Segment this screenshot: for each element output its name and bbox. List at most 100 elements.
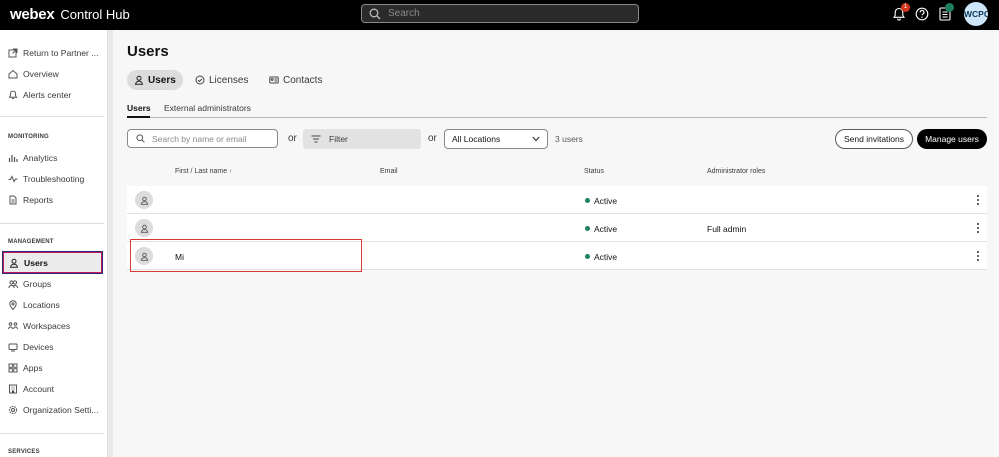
brand-product-name: Control Hub <box>60 7 130 22</box>
sidebar-item-return-to-partner[interactable]: Return to Partner ... <box>3 42 102 63</box>
sidebar-item-label: Analytics <box>23 152 58 163</box>
avatar <box>135 191 153 209</box>
search-icon <box>369 8 381 19</box>
sidebar-item-label: Apps <box>23 362 43 373</box>
column-header-email[interactable]: Email <box>380 168 398 175</box>
sidebar-item-label: Devices <box>23 341 54 352</box>
pulse-icon <box>8 174 18 183</box>
user-icon <box>140 196 148 205</box>
sidebar-item-alerts-center[interactable]: Alerts center <box>3 84 102 105</box>
notification-badge: 1 <box>901 3 910 12</box>
top-bar: webex Control Hub 1 WCPC <box>0 0 999 30</box>
sidebar-item-label: Locations <box>23 299 60 310</box>
sidebar-item-label: Overview <box>23 68 59 79</box>
sidebar-item-apps[interactable]: Apps <box>3 357 102 378</box>
sidebar-item-groups[interactable]: Groups <box>3 273 102 294</box>
global-search[interactable] <box>361 4 639 23</box>
location-select-value: All Locations <box>452 134 501 144</box>
page-title: Users <box>127 43 169 60</box>
table-row[interactable]: Active Full admin <box>127 214 987 242</box>
sort-ascending-icon: ↑ <box>229 169 233 175</box>
sidebar-item-troubleshooting[interactable]: Troubleshooting <box>3 168 102 189</box>
global-search-input[interactable] <box>388 8 628 19</box>
sidebar-divider <box>0 116 104 117</box>
or-label: or <box>428 133 437 144</box>
sidebar-section-services: SERVICES <box>8 449 40 455</box>
sidebar-item-label: Account <box>23 383 55 394</box>
tab-label: Users <box>148 74 176 86</box>
avatar <box>135 219 153 237</box>
brand-logo: webex <box>10 6 55 23</box>
bar-chart-icon <box>8 154 18 162</box>
contact-card-icon <box>269 76 279 84</box>
main-content: Users Users Licenses Contacts Users Exte… <box>113 30 999 457</box>
tab-licenses[interactable]: Licenses <box>188 70 255 90</box>
user-icon <box>134 75 144 85</box>
column-header-name[interactable]: First / Last name ↑ <box>175 168 232 175</box>
column-header-status[interactable]: Status <box>584 168 604 175</box>
sidebar-item-users[interactable]: Users <box>2 251 103 274</box>
group-icon <box>8 279 18 288</box>
location-pin-icon <box>9 299 17 310</box>
tab-contacts[interactable]: Contacts <box>262 70 329 90</box>
location-select[interactable]: All Locations <box>444 129 548 149</box>
sidebar-item-label: Troubleshooting <box>23 173 85 184</box>
sidebar-divider <box>0 223 104 224</box>
tab-label: Contacts <box>283 74 323 86</box>
user-search-input[interactable] <box>152 133 272 144</box>
admin-role: Full admin <box>707 224 747 234</box>
account-avatar[interactable]: WCPC <box>964 2 988 26</box>
more-options-icon[interactable] <box>976 194 980 206</box>
search-icon <box>136 134 145 143</box>
sidebar-item-analytics[interactable]: Analytics <box>3 147 102 168</box>
gear-icon <box>8 405 18 414</box>
bell-icon <box>8 89 18 99</box>
sidebar-item-workspaces[interactable]: Workspaces <box>3 315 102 336</box>
check-circle-icon <box>195 75 205 85</box>
document-icon <box>9 195 17 204</box>
sidebar-section-management: MANAGEMENT <box>8 239 54 245</box>
apps-icon <box>8 363 18 372</box>
subtab-external-administrators[interactable]: External administrators <box>164 103 251 113</box>
device-icon <box>8 343 18 351</box>
subtab-active-indicator <box>127 116 150 118</box>
filter-icon <box>311 135 321 143</box>
status-dot-icon <box>585 198 590 203</box>
table-row[interactable]: Active <box>127 186 987 214</box>
filter-label: Filter <box>329 134 348 144</box>
tab-users[interactable]: Users <box>127 70 183 90</box>
sidebar-item-label: Workspaces <box>23 320 71 331</box>
user-search[interactable] <box>127 129 278 148</box>
sidebar-item-locations[interactable]: Locations <box>3 294 102 315</box>
sidebar-item-reports[interactable]: Reports <box>3 189 102 210</box>
sidebar-section-monitoring: MONITORING <box>8 134 49 140</box>
manage-users-button[interactable]: Manage users <box>917 129 987 149</box>
more-options-icon[interactable] <box>976 250 980 262</box>
building-icon <box>9 384 17 393</box>
sidebar-item-label: Organization Setti... <box>23 404 99 415</box>
column-header-admin-roles[interactable]: Administrator roles <box>707 168 765 175</box>
sidebar-item-organization-settings[interactable]: Organization Setti... <box>3 399 102 420</box>
help-icon[interactable] <box>915 7 929 21</box>
highlight-box <box>130 239 362 272</box>
user-status: Active <box>594 224 618 234</box>
subtab-users[interactable]: Users <box>127 103 151 113</box>
sidebar-item-devices[interactable]: Devices <box>3 336 102 357</box>
user-status: Active <box>594 252 618 262</box>
brand[interactable]: webex Control Hub <box>10 6 130 23</box>
or-label: or <box>288 133 297 144</box>
home-icon <box>8 69 18 78</box>
sidebar-item-account[interactable]: Account <box>3 378 102 399</box>
user-status: Active <box>594 196 618 206</box>
tasks-check-badge-icon <box>945 3 954 12</box>
more-options-icon[interactable] <box>976 222 980 234</box>
sidebar-item-label: Reports <box>23 194 54 205</box>
external-link-icon <box>8 48 18 57</box>
sidebar-divider <box>0 433 104 434</box>
sidebar-item-overview[interactable]: Overview <box>3 63 102 84</box>
filter-button[interactable]: Filter <box>303 129 421 149</box>
user-icon <box>140 224 148 233</box>
sidebar: Return to Partner ... Overview Alerts ce… <box>0 30 108 457</box>
send-invitations-button[interactable]: Send invitations <box>835 129 913 149</box>
status-dot-icon <box>585 254 590 259</box>
